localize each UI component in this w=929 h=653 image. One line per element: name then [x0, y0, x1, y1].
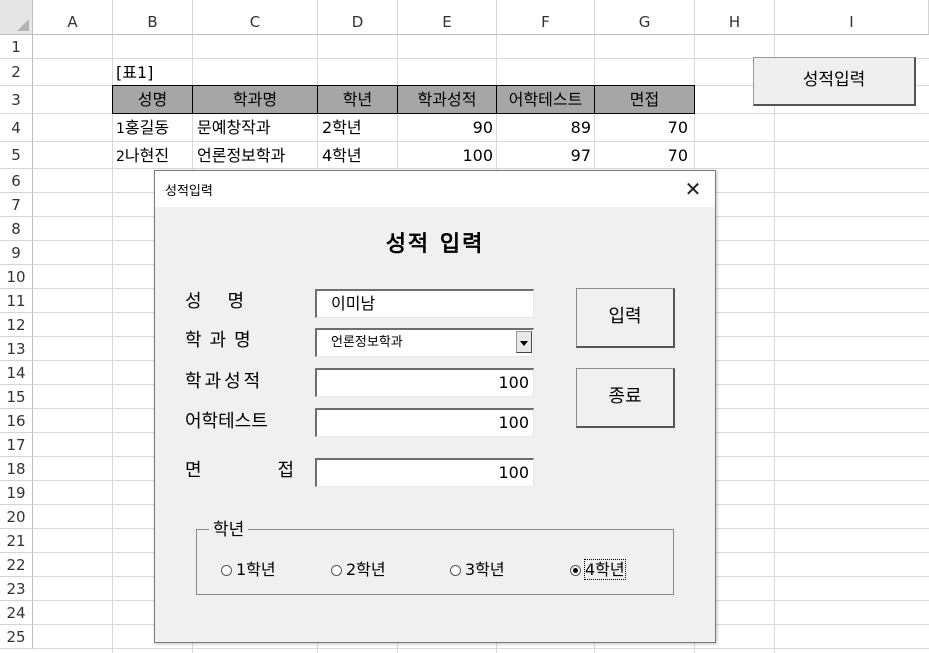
- header-cell-dept[interactable]: 학과명: [192, 85, 318, 114]
- table-row: 2나현진: [113, 142, 193, 171]
- score-input-dialog: 성적입력 ✕ 성적 입력 성명 이미남 학과명 언론정보학과 학과성적 100 …: [154, 170, 716, 643]
- record-interview[interactable]: 70: [595, 142, 692, 169]
- record-name[interactable]: 홍길동: [125, 118, 169, 137]
- radio-label: 2학년: [346, 560, 386, 579]
- column-header-c[interactable]: C: [193, 0, 318, 35]
- row-header-25[interactable]: 25: [0, 625, 33, 649]
- score-label: 학과성적: [185, 371, 264, 392]
- record-lang[interactable]: 97: [497, 142, 595, 169]
- radio-icon: [331, 565, 342, 576]
- column-header-f[interactable]: F: [497, 0, 595, 35]
- row-header-18[interactable]: 18: [0, 457, 33, 481]
- row-header-9[interactable]: 9: [0, 241, 33, 265]
- row-header-19[interactable]: 19: [0, 481, 33, 505]
- row-header-4[interactable]: 4: [0, 114, 33, 142]
- dialog-title: 성적입력: [165, 184, 213, 199]
- header-cell-score[interactable]: 학과성적: [397, 85, 497, 114]
- header-cell-lang[interactable]: 어학테스트: [496, 85, 595, 114]
- column-header-a[interactable]: A: [33, 0, 113, 35]
- column-header-e[interactable]: E: [398, 0, 497, 35]
- record-name[interactable]: 나현진: [125, 146, 169, 165]
- header-cell-grade[interactable]: 학년: [317, 85, 398, 114]
- table-label[interactable]: [표1]: [116, 59, 153, 86]
- record-interview[interactable]: 70: [595, 114, 692, 141]
- row-header-11[interactable]: 11: [0, 289, 33, 313]
- radio-label: 1학년: [236, 560, 276, 579]
- radio-grade-2[interactable]: 2학년: [331, 556, 386, 580]
- name-label: 성명: [185, 291, 271, 312]
- score-field[interactable]: 100: [315, 368, 534, 397]
- row-header-5[interactable]: 5: [0, 142, 33, 169]
- radio-grade-4[interactable]: 4학년: [570, 556, 626, 580]
- dept-combobox[interactable]: 언론정보학과: [315, 328, 534, 357]
- interview-field[interactable]: 100: [315, 458, 534, 487]
- header-cell-name[interactable]: 성명: [112, 85, 193, 114]
- row-header-17[interactable]: 17: [0, 433, 33, 457]
- radio-selected-icon: [570, 565, 581, 576]
- record-dept[interactable]: 문예창작과: [193, 114, 318, 141]
- grade-frame-label: 학년: [209, 515, 249, 540]
- name-field[interactable]: 이미남: [315, 289, 534, 318]
- record-grade[interactable]: 4학년: [318, 142, 398, 169]
- form-heading: 성적 입력: [385, 232, 485, 257]
- row-header-15[interactable]: 15: [0, 385, 33, 409]
- row-header-1[interactable]: 1: [0, 35, 33, 59]
- radio-icon: [450, 565, 461, 576]
- radio-grade-3[interactable]: 3학년: [450, 556, 505, 580]
- record-score[interactable]: 100: [398, 142, 497, 169]
- row-header-22[interactable]: 22: [0, 553, 33, 577]
- row-header-13[interactable]: 13: [0, 337, 33, 361]
- record-lang[interactable]: 89: [497, 114, 595, 141]
- open-form-button[interactable]: 성적입력: [753, 57, 916, 106]
- record-grade[interactable]: 2학년: [318, 114, 398, 141]
- column-header-g[interactable]: G: [595, 0, 695, 35]
- exit-button[interactable]: 종료: [576, 368, 675, 428]
- row-header-24[interactable]: 24: [0, 601, 33, 625]
- column-header-i[interactable]: I: [775, 0, 929, 35]
- row-header-20[interactable]: 20: [0, 505, 33, 529]
- row-header-16[interactable]: 16: [0, 409, 33, 433]
- radio-label: 3학년: [465, 560, 505, 579]
- row-header-21[interactable]: 21: [0, 529, 33, 553]
- radio-icon: [221, 565, 232, 576]
- dialog-titlebar[interactable]: 성적입력 ✕: [155, 171, 715, 207]
- close-icon[interactable]: ✕: [671, 171, 715, 207]
- dept-label: 학과명: [185, 330, 259, 351]
- row-header-6[interactable]: 6: [0, 169, 33, 193]
- record-number: 1: [116, 121, 125, 137]
- submit-button[interactable]: 입력: [576, 288, 675, 348]
- record-dept[interactable]: 언론정보학과: [193, 142, 318, 169]
- row-header-2[interactable]: 2: [0, 59, 33, 86]
- lang-field[interactable]: 100: [315, 408, 534, 437]
- dept-combobox-value: 언론정보학과: [331, 335, 403, 350]
- column-header-h[interactable]: H: [695, 0, 775, 35]
- column-header-b[interactable]: B: [113, 0, 193, 35]
- gridline: [774, 35, 775, 653]
- record-number: 2: [116, 149, 125, 165]
- lang-label: 어학테스트: [185, 411, 268, 432]
- row-header-12[interactable]: 12: [0, 313, 33, 337]
- gridline: [33, 648, 929, 649]
- row-header-3[interactable]: 3: [0, 86, 33, 114]
- radio-label: 4학년: [584, 559, 626, 580]
- table-row: 1홍길동: [113, 114, 193, 143]
- select-all-corner[interactable]: [0, 0, 33, 35]
- row-header-10[interactable]: 10: [0, 265, 33, 289]
- header-cell-interview[interactable]: 면접: [594, 85, 695, 114]
- row-header-23[interactable]: 23: [0, 577, 33, 601]
- column-header-d[interactable]: D: [318, 0, 398, 35]
- chevron-down-icon[interactable]: [516, 331, 532, 353]
- row-header-14[interactable]: 14: [0, 361, 33, 385]
- row-header-8[interactable]: 8: [0, 217, 33, 241]
- grade-frame: 학년 1학년 2학년 3학년 4학년: [196, 515, 674, 595]
- row-header-7[interactable]: 7: [0, 193, 33, 217]
- radio-grade-1[interactable]: 1학년: [221, 556, 276, 580]
- record-score[interactable]: 90: [398, 114, 497, 141]
